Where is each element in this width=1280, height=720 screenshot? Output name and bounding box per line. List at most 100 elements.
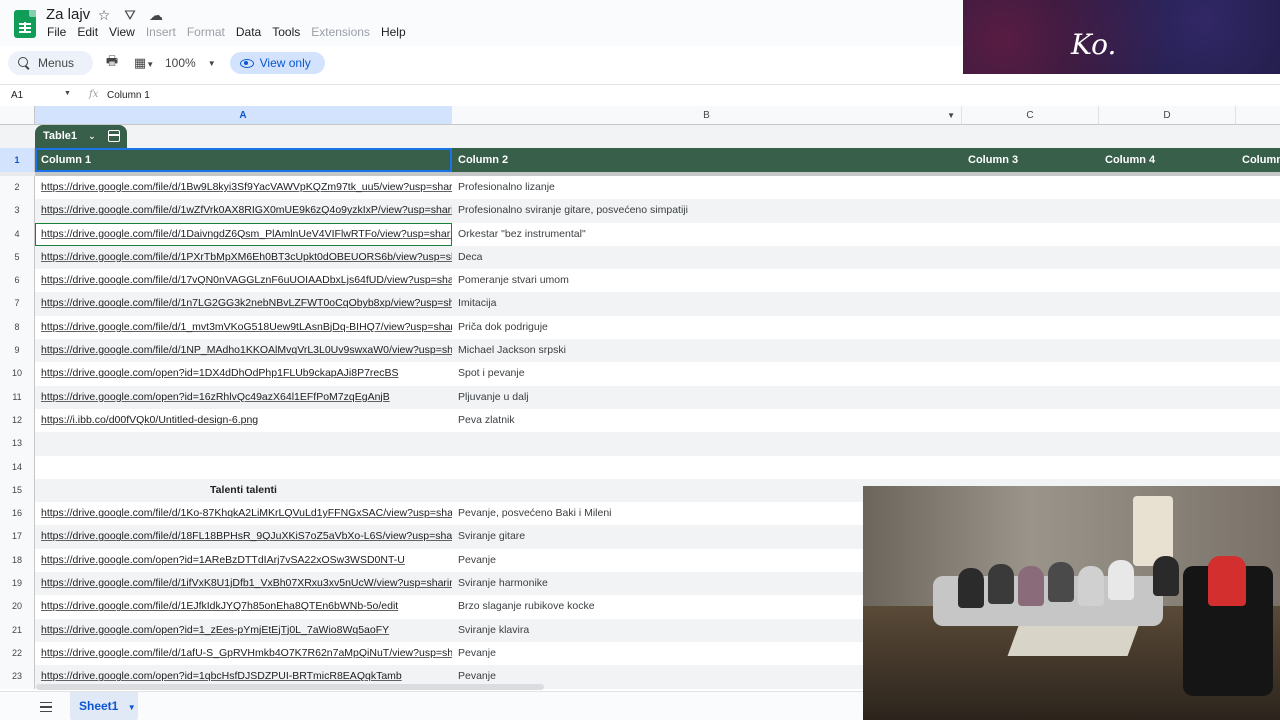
row-number[interactable]: 13: [0, 432, 35, 456]
menu-edit[interactable]: Edit: [77, 25, 98, 39]
menu-tools[interactable]: Tools: [272, 25, 300, 39]
link-cell[interactable]: https://drive.google.com/file/d/1EJfkIdk…: [35, 595, 452, 618]
link-cell[interactable]: https://drive.google.com/file/d/1PXrTbMp…: [35, 246, 452, 269]
table-cell[interactable]: [962, 223, 1099, 246]
table-cell[interactable]: [35, 432, 452, 455]
row-number[interactable]: 18: [0, 548, 35, 573]
zoom-select[interactable]: 100% ▼: [165, 56, 216, 70]
sheet-tab[interactable]: Sheet1 ▼: [70, 692, 138, 720]
section-title-cell[interactable]: Talenti talenti: [35, 479, 452, 502]
link-cell[interactable]: https://drive.google.com/file/d/1wZfVrk0…: [35, 199, 452, 222]
column-header-e[interactable]: [1236, 106, 1280, 125]
column-header-d[interactable]: D: [1099, 106, 1236, 125]
link-cell[interactable]: https://drive.google.com/open?id=16zRhlv…: [35, 386, 452, 409]
sheets-logo-icon[interactable]: [14, 10, 36, 38]
row-number[interactable]: 16: [0, 502, 35, 526]
row-number[interactable]: 4: [0, 222, 35, 246]
link-cell[interactable]: https://drive.google.com/file/d/1afU-S_G…: [35, 642, 452, 665]
link-cell[interactable]: https://drive.google.com/open?id=1_zEes-…: [35, 619, 452, 642]
all-sheets-menu-icon[interactable]: [40, 702, 52, 712]
table-cell[interactable]: [962, 176, 1099, 199]
link-cell[interactable]: https://drive.google.com/open?id=1DX4dDh…: [35, 362, 452, 385]
select-all-corner[interactable]: [0, 106, 35, 125]
description-cell[interactable]: Profesionalno sviranje gitare, posvećeno…: [452, 199, 962, 222]
table-header-cell[interactable]: Column 3: [962, 148, 1099, 172]
print-icon[interactable]: 🖶: [103, 52, 121, 74]
table-cell[interactable]: [962, 456, 1099, 479]
link-cell[interactable]: https://drive.google.com/file/d/1_mvt3mV…: [35, 316, 452, 339]
table-cell[interactable]: [962, 199, 1099, 223]
table-cell[interactable]: [962, 362, 1099, 385]
row-number[interactable]: 14: [0, 455, 35, 479]
formula-input[interactable]: Column 1: [107, 90, 150, 101]
row-number[interactable]: 1: [0, 148, 35, 172]
column-filter-chevron-icon[interactable]: ▼: [947, 106, 955, 125]
cloud-status-icon[interactable]: ☁: [148, 7, 164, 23]
row-number[interactable]: 5: [0, 245, 35, 270]
row-number[interactable]: 20: [0, 595, 35, 619]
table-header-cell[interactable]: Column: [1236, 148, 1280, 172]
table-cell[interactable]: [962, 245, 1099, 270]
row-number[interactable]: 12: [0, 408, 35, 433]
menu-format[interactable]: Format: [187, 25, 225, 39]
table-view-icon[interactable]: [108, 130, 120, 142]
description-cell[interactable]: [452, 456, 962, 479]
menu-data[interactable]: Data: [236, 25, 261, 39]
table-name-chip[interactable]: Table1 ⌄: [35, 125, 127, 148]
star-icon[interactable]: ☆: [96, 7, 112, 23]
description-cell[interactable]: [452, 432, 962, 455]
link-cell[interactable]: https://drive.google.com/file/d/18FL18BP…: [35, 525, 452, 548]
row-number[interactable]: 7: [0, 292, 35, 316]
description-cell[interactable]: Priča dok podriguje: [452, 316, 962, 339]
row-number[interactable]: 15: [0, 478, 35, 503]
table-cell[interactable]: [962, 409, 1099, 432]
menu-view[interactable]: View: [109, 25, 135, 39]
description-cell[interactable]: Profesionalno lizanje: [452, 176, 962, 199]
column-header-c[interactable]: C: [962, 106, 1099, 125]
description-cell[interactable]: Pljuvanje u dalj: [452, 386, 962, 409]
link-cell[interactable]: https://drive.google.com/file/d/1Bw9L8ky…: [35, 176, 452, 199]
row-number[interactable]: 11: [0, 385, 35, 409]
row-number[interactable]: 19: [0, 572, 35, 596]
table-cell[interactable]: [962, 385, 1099, 409]
table-cell[interactable]: [962, 316, 1099, 339]
description-cell[interactable]: Orkestar "bez instrumental": [452, 223, 962, 246]
table-cell[interactable]: [962, 269, 1099, 292]
table-cell[interactable]: [962, 339, 1099, 363]
description-cell[interactable]: Deca: [452, 246, 962, 269]
link-cell[interactable]: https://drive.google.com/file/d/1NP_MAdh…: [35, 339, 452, 362]
link-cell[interactable]: https://drive.google.com/file/d/1Daivngd…: [35, 222, 452, 246]
table-cell[interactable]: [962, 432, 1099, 456]
menu-help[interactable]: Help: [381, 25, 406, 39]
document-title[interactable]: Za lajv: [46, 6, 90, 23]
row-number[interactable]: 6: [0, 269, 35, 293]
table-cell[interactable]: [35, 456, 452, 479]
name-box[interactable]: A1: [11, 90, 23, 101]
row-number[interactable]: 8: [0, 315, 35, 340]
row-number[interactable]: 21: [0, 618, 35, 642]
row-number[interactable]: 3: [0, 199, 35, 223]
chevron-down-icon[interactable]: ▼: [64, 90, 71, 97]
link-cell[interactable]: https://drive.google.com/file/d/1n7LG2GG…: [35, 292, 452, 315]
layout-icon[interactable]: ▦▼: [131, 55, 157, 71]
description-cell[interactable]: Peva zlatnik: [452, 409, 962, 432]
menu-extensions[interactable]: Extensions: [311, 25, 370, 39]
description-cell[interactable]: Imitacija: [452, 292, 962, 315]
move-to-drive-icon[interactable]: ⛛: [122, 7, 138, 23]
description-cell[interactable]: Michael Jackson srpski: [452, 339, 962, 362]
table-header-cell[interactable]: Column 2: [452, 148, 962, 172]
row-number[interactable]: 2: [0, 176, 35, 200]
link-cell[interactable]: https://i.ibb.co/d00fVQk0/Untitled-desig…: [35, 409, 452, 432]
description-cell[interactable]: Spot i pevanje: [452, 362, 962, 385]
table-cell[interactable]: [962, 292, 1099, 316]
row-number[interactable]: 17: [0, 525, 35, 549]
view-only-button[interactable]: View only: [229, 52, 325, 74]
link-cell[interactable]: https://drive.google.com/file/d/1ifVxK8U…: [35, 572, 452, 595]
menus-search-button[interactable]: Menus: [8, 51, 93, 75]
horizontal-scrollbar[interactable]: [36, 684, 544, 690]
column-header-a[interactable]: A: [35, 106, 452, 125]
row-number[interactable]: 23: [0, 665, 35, 689]
menu-insert[interactable]: Insert: [146, 25, 176, 39]
link-cell[interactable]: https://drive.google.com/file/d/1Ko-87Kh…: [35, 502, 452, 525]
row-number[interactable]: 10: [0, 362, 35, 386]
